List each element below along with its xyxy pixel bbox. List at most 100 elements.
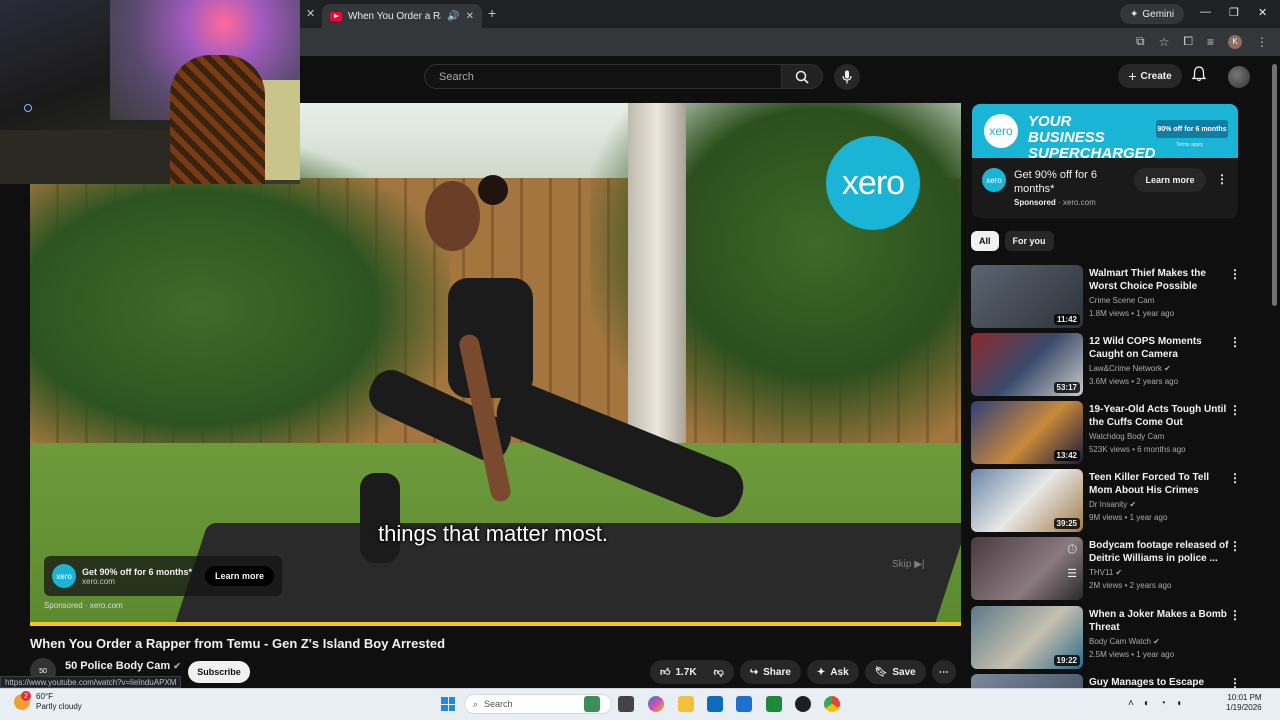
outlook-icon[interactable] <box>736 696 752 712</box>
wifi-icon[interactable]: ◔ <box>1160 698 1166 709</box>
video-thumbnail[interactable]: 13:42 <box>971 401 1083 464</box>
taskbar-app-icon[interactable] <box>584 696 600 712</box>
recommendation-item[interactable]: 🕓︎ ☰ Bodycam footage released of Deitric… <box>971 537 1241 601</box>
like-count: 1.7K <box>675 666 697 678</box>
subscribe-button[interactable]: Subscribe <box>188 661 250 683</box>
volume-icon[interactable]: ◖ <box>1176 698 1182 709</box>
ask-button[interactable]: ✦ Ask <box>806 660 859 684</box>
recommendation-channel[interactable]: Law&Crime Network ✔ <box>1089 364 1171 373</box>
video-thumbnail[interactable]: 🕓︎ ☰ <box>971 537 1083 600</box>
recommendation-item[interactable]: 53:17 12 Wild COPS Moments Caught on Cam… <box>971 333 1241 397</box>
install-icon[interactable]: ⧉ <box>1136 34 1145 49</box>
kebab-menu-icon[interactable]: ⋮ <box>1229 403 1241 417</box>
kebab-menu-icon[interactable]: ⋮ <box>1229 608 1241 622</box>
sparkle-icon: ✦ <box>1130 8 1139 20</box>
save-button[interactable]: 🔖︎ Save <box>864 660 926 684</box>
bell-icon[interactable] <box>1191 66 1207 87</box>
kebab-menu-icon[interactable]: ⋮ <box>1229 539 1241 553</box>
recommendation-meta: 1.8M views • 1 year ago <box>1089 309 1175 318</box>
create-button[interactable]: + Create <box>1118 64 1182 88</box>
new-tab-icon[interactable]: + <box>488 5 496 21</box>
video-thumbnail[interactable]: 39:25 <box>971 469 1083 532</box>
copilot-icon[interactable] <box>648 696 664 712</box>
video-thumbnail[interactable]: 11:42 <box>971 265 1083 328</box>
maximize-icon[interactable]: ❐ <box>1229 6 1239 19</box>
recommendation-channel[interactable]: THV11 ✔ <box>1089 568 1122 577</box>
recommendation-item[interactable]: 13:42 19-Year-Old Acts Tough Until the C… <box>971 401 1241 465</box>
bookmark-star-icon[interactable]: ☆ <box>1159 35 1170 49</box>
kebab-menu-icon[interactable]: ⋮ <box>1216 172 1228 186</box>
voice-search-button[interactable] <box>834 64 860 90</box>
recommendation-channel[interactable]: Crime Scene Cam <box>1089 296 1154 305</box>
browser-tab-active[interactable]: When You Order a Rapper f 🔊 ✕ <box>322 4 482 28</box>
menu-kebab-icon[interactable]: ⋮ <box>1256 35 1268 49</box>
duration-badge: 53:17 <box>1053 382 1080 393</box>
ad-learn-more-button[interactable]: Learn more <box>204 566 274 586</box>
account-avatar[interactable] <box>1228 66 1250 88</box>
task-view-icon[interactable] <box>618 696 634 712</box>
file-explorer-icon[interactable] <box>678 696 694 712</box>
store-icon[interactable] <box>707 696 723 712</box>
recommendation-title[interactable]: 12 Wild COPS Moments Caught on Camera <box>1089 335 1229 361</box>
close-tab-icon[interactable]: ✕ <box>466 11 474 22</box>
clock-date: 1/19/2026 <box>1226 703 1262 712</box>
chip-all[interactable]: All <box>971 231 999 251</box>
kebab-menu-icon[interactable]: ⋮ <box>1229 267 1241 281</box>
chevron-up-icon[interactable]: ˄ <box>1128 698 1134 709</box>
speaker-icon[interactable]: 🔊 <box>447 11 459 22</box>
watch-later-icon[interactable]: 🕓︎ <box>1068 542 1078 557</box>
close-window-icon[interactable]: ✕ <box>1258 6 1267 19</box>
share-icon: ↪ <box>749 666 759 678</box>
like-button[interactable]: 👍︎ 1.7K 👎︎ <box>650 660 734 684</box>
kebab-menu-icon[interactable]: ⋮ <box>1229 335 1241 349</box>
extensions-icon[interactable]: ⧠ <box>1183 34 1193 49</box>
recommendation-item[interactable]: 39:25 Teen Killer Forced To Tell Mom Abo… <box>971 469 1241 533</box>
sidebar-ad-learn-more-button[interactable]: Learn more <box>1134 168 1206 192</box>
video-thumbnail[interactable]: 53:17 <box>971 333 1083 396</box>
scrollbar-thumb[interactable] <box>1272 64 1277 306</box>
chip-for-you[interactable]: For you <box>1004 231 1054 251</box>
recommendation-title[interactable]: 19-Year-Old Acts Tough Until the Cuffs C… <box>1089 403 1229 429</box>
recommendation-title[interactable]: Guy Manages to Escape Police <box>1089 676 1229 688</box>
recommendation-title[interactable]: Teen Killer Forced To Tell Mom About His… <box>1089 471 1229 497</box>
recommendation-item[interactable]: 19:22 When a Joker Makes a Bomb Threat B… <box>971 606 1241 670</box>
sidebar-ad[interactable]: xero YOUR BUSINESS SUPERCHARGED 90% off … <box>972 104 1238 218</box>
recommendation-item[interactable]: Guy Manages to Escape Police ⋮ <box>971 674 1241 688</box>
search-input[interactable]: Search <box>424 64 782 89</box>
ad-banner[interactable]: xero YOUR BUSINESS SUPERCHARGED 90% off … <box>972 104 1238 162</box>
app-icon[interactable] <box>795 696 811 712</box>
add-to-queue-icon[interactable]: ☰ <box>1067 567 1077 580</box>
share-button[interactable]: ↪ Share <box>739 660 801 684</box>
profile-avatar[interactable]: K <box>1228 34 1242 49</box>
recommendation-title[interactable]: Walmart Thief Makes the Worst Choice Pos… <box>1089 267 1229 293</box>
close-tab-icon[interactable]: ✕ <box>306 7 315 20</box>
video-thumbnail[interactable] <box>971 674 1083 688</box>
ad-progress-bar[interactable] <box>30 622 961 626</box>
reading-list-icon[interactable]: ≡ <box>1207 35 1214 49</box>
channel-name[interactable]: 50 Police Body Cam ✔ <box>65 660 181 672</box>
chrome-icon[interactable] <box>824 696 840 712</box>
recommendation-title[interactable]: When a Joker Makes a Bomb Threat <box>1089 608 1229 634</box>
start-menu-icon[interactable] <box>441 697 455 711</box>
video-ad-card[interactable]: xero Get 90% off for 6 months* xero.com … <box>44 556 282 596</box>
filter-chips: All For you <box>971 231 1054 251</box>
excel-icon[interactable] <box>766 696 782 712</box>
ask-label: Ask <box>830 666 849 678</box>
kebab-menu-icon[interactable]: ⋮ <box>1229 471 1241 485</box>
recommendation-channel[interactable]: Body Cam Watch ✔ <box>1089 637 1160 646</box>
gemini-button[interactable]: ✦ Gemini <box>1120 4 1185 24</box>
weather-widget[interactable]: 2 60°F Partly cloudy <box>14 691 82 712</box>
network-icon[interactable]: ◐ <box>1144 698 1150 709</box>
minimize-icon[interactable]: — <box>1200 6 1211 18</box>
recommendation-title[interactable]: Bodycam footage released of Deitric Will… <box>1089 539 1229 565</box>
video-thumbnail[interactable]: 19:22 <box>971 606 1083 669</box>
system-clock[interactable]: 10:01 PM 1/19/2026 <box>1226 693 1262 713</box>
recommendation-item[interactable]: 11:42 Walmart Thief Makes the Worst Choi… <box>971 265 1241 329</box>
thumbs-down-icon[interactable]: 👎︎ <box>714 666 724 678</box>
recommendation-channel[interactable]: Dr Insanity ✔ <box>1089 500 1136 509</box>
more-actions-button[interactable]: ⋯ <box>931 660 956 684</box>
search-button[interactable] <box>781 64 823 89</box>
skip-ad-button[interactable]: Skip ▶| <box>892 559 925 570</box>
recommendation-channel[interactable]: Watchdog Body Cam <box>1089 432 1164 441</box>
kebab-menu-icon[interactable]: ⋮ <box>1229 676 1241 688</box>
